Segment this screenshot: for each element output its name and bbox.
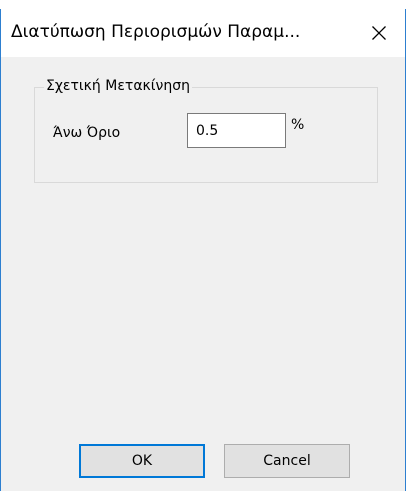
dialog-client-area: Σχετική Μετακίνηση Άνω Όριο % OK Cancel [1, 57, 405, 491]
title-bar: Διατύπωση Περιορισμών Παραμ... [1, 9, 405, 57]
window-title: Διατύπωση Περιορισμών Παραμ... [11, 22, 301, 42]
percent-unit-label: % [291, 117, 305, 133]
background-window-strip [0, 0, 407, 9]
cancel-button[interactable]: Cancel [224, 444, 350, 478]
upper-limit-label: Άνω Όριο [53, 125, 121, 141]
close-icon [372, 26, 386, 40]
group-legend: Σχετική Μετακίνηση [44, 78, 192, 94]
dialog-window: Διατύπωση Περιορισμών Παραμ... Σχετική Μ… [0, 9, 406, 491]
ok-button[interactable]: OK [79, 444, 205, 478]
close-button[interactable] [361, 17, 397, 49]
upper-limit-input[interactable] [187, 113, 286, 148]
